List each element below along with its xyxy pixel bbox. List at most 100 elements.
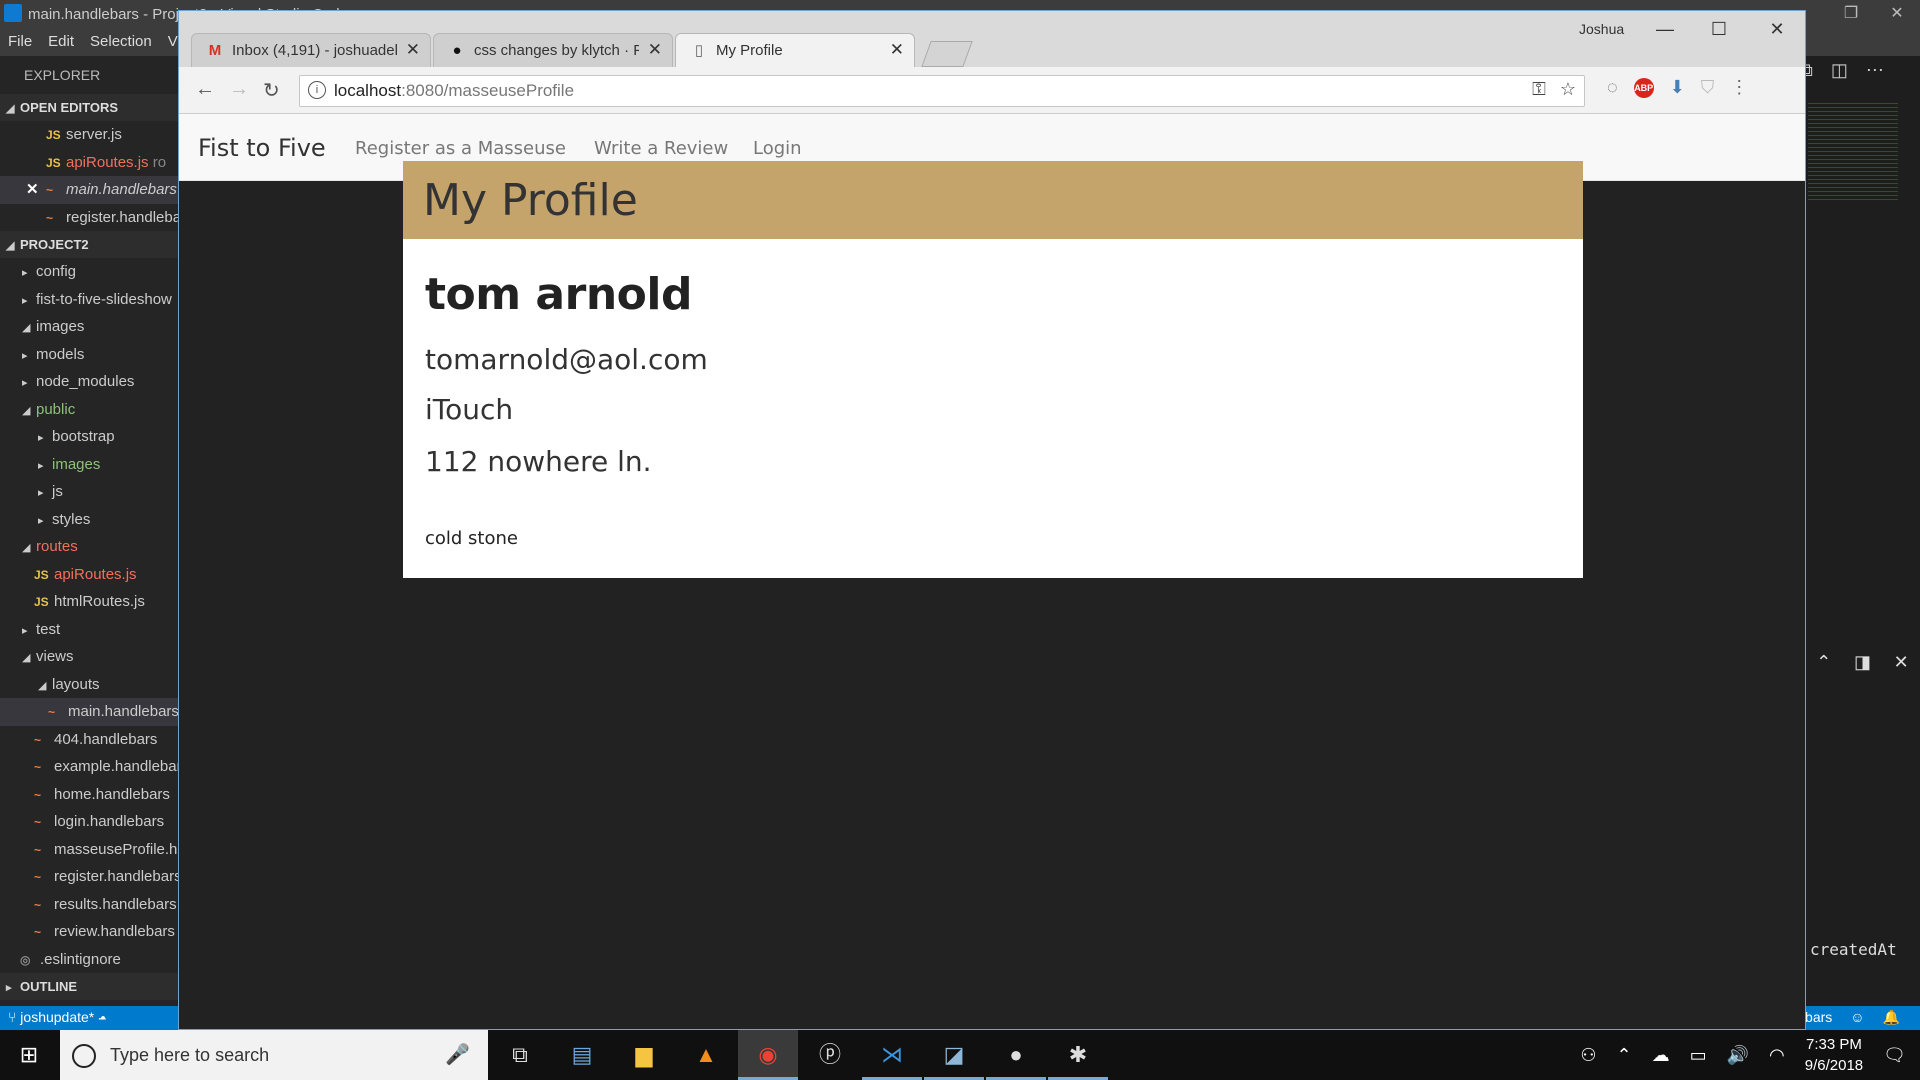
tree-file[interactable]: ~ results.handlebars xyxy=(0,891,180,919)
tree-folder[interactable]: ▸ bootstrap xyxy=(0,423,180,451)
bell-icon[interactable]: 🔔 xyxy=(1883,1009,1900,1026)
close-window-icon[interactable]: ✕ xyxy=(1757,19,1797,40)
menu-selection[interactable]: Selection xyxy=(82,28,160,56)
tree-folder[interactable]: ▸ node_modules xyxy=(0,368,180,396)
tree-file[interactable]: ~ login.handlebars xyxy=(0,808,180,836)
tree-file[interactable]: ~ home.handlebars xyxy=(0,781,180,809)
more-actions-icon[interactable]: ⋯ xyxy=(1866,60,1884,90)
split-editor-icon[interactable]: ◫ xyxy=(1831,60,1848,90)
volume-icon[interactable]: 🔊 xyxy=(1727,1045,1749,1066)
tree-folder[interactable]: ▸ fist-to-five-slideshow xyxy=(0,286,180,314)
project-section[interactable]: ◢ PROJECT2 xyxy=(0,231,180,258)
battery-icon[interactable]: ▭ xyxy=(1690,1045,1707,1066)
people-icon[interactable]: ⚇ xyxy=(1580,1045,1596,1066)
tree-file[interactable]: ~404.handlebars xyxy=(0,726,180,754)
tree-file-active[interactable]: ~ main.handlebars xyxy=(0,698,180,726)
smiley-icon[interactable]: ☺ xyxy=(1850,1009,1864,1026)
tree-folder[interactable]: ▸ styles xyxy=(0,506,180,534)
tab-github[interactable]: ● css changes by klytch · Pu ✕ xyxy=(433,33,673,67)
taskbar-clock[interactable]: 7:33 PM 9/6/2018 xyxy=(1805,1034,1863,1076)
notifications-icon[interactable]: 🗨 xyxy=(1883,1045,1906,1066)
git-branch[interactable]: ⑂ joshupdate* ☁ xyxy=(8,1009,107,1025)
chevron-up-icon[interactable]: ⌃ xyxy=(1816,652,1831,680)
site-brand[interactable]: Fist to Five xyxy=(198,134,326,162)
back-icon[interactable]: ← xyxy=(195,78,215,101)
tree-folder[interactable]: ▸ config xyxy=(0,258,180,286)
windows-taskbar: ⊞ Type here to search 🎤 ⧉ ▤ ▆ ▲ ◉ ⓟ ⋊ ◪ … xyxy=(0,1030,1920,1080)
open-editor-item-active[interactable]: ✕ ~ main.handlebars xyxy=(0,176,180,204)
bookmark-star-icon[interactable]: ☆ xyxy=(1560,79,1576,100)
close-tab-icon[interactable]: ✕ xyxy=(406,40,420,60)
file-explorer-icon[interactable]: ▆ xyxy=(614,1030,674,1080)
open-editors-section[interactable]: ◢ OPEN EDITORS xyxy=(0,94,180,121)
open-editor-item[interactable]: JS server.js xyxy=(0,121,180,149)
close-tab-icon[interactable]: ✕ xyxy=(890,40,904,60)
windows-start-icon[interactable]: ⊞ xyxy=(0,1030,58,1080)
tree-folder[interactable]: ◢ layouts xyxy=(0,671,180,699)
tree-file[interactable]: JS htmlRoutes.js xyxy=(0,588,180,616)
store-app-icon[interactable]: ▤ xyxy=(552,1030,612,1080)
tree-folder[interactable]: ◢ views xyxy=(0,643,180,671)
tree-folder[interactable]: ◢ public xyxy=(0,396,180,424)
download-icon[interactable]: ⬇ xyxy=(1670,77,1685,98)
open-editor-item[interactable]: ~register.handlebars xyxy=(0,204,180,232)
github-desktop-icon[interactable]: ● xyxy=(986,1030,1046,1080)
paid-app-icon[interactable]: ⓟ xyxy=(800,1030,860,1080)
tab-gmail[interactable]: M Inbox (4,191) - joshuadel ✕ xyxy=(191,33,431,67)
tree-folder[interactable]: ◢ routes xyxy=(0,533,180,561)
tree-file[interactable]: ◎ .eslintignore xyxy=(0,946,180,974)
open-editor-item[interactable]: JS apiRoutes.js ro xyxy=(0,149,180,177)
minimize-icon[interactable]: — xyxy=(1645,19,1685,40)
tree-file[interactable]: ~ review.handlebars xyxy=(0,918,180,946)
close-icon[interactable]: ✕ xyxy=(1874,0,1920,28)
tree-folder[interactable]: ▸ models xyxy=(0,341,180,369)
shield-icon[interactable]: ⛉ xyxy=(1701,77,1715,98)
chevron-up-icon[interactable]: ⌃ xyxy=(1617,1045,1632,1066)
chrome-taskbar-icon[interactable]: ◉ xyxy=(738,1030,798,1080)
reload-icon[interactable]: ↻ xyxy=(263,78,280,103)
nav-login[interactable]: Login xyxy=(753,138,802,159)
nav-write-review[interactable]: Write a Review xyxy=(594,138,728,159)
status-language[interactable]: bars xyxy=(1805,1009,1832,1026)
extension-icon[interactable]: ◌ xyxy=(1607,77,1618,98)
vscode-taskbar-icon[interactable]: ⋊ xyxy=(862,1030,922,1080)
editor-toolbar: ⧉ ◫ ⋯ xyxy=(1800,60,1920,90)
close-panel-icon[interactable]: ✕ xyxy=(1894,652,1909,680)
slack-icon[interactable]: ✱ xyxy=(1048,1030,1108,1080)
address-bar[interactable]: i localhost:8080/masseuseProfile ⚿ ☆ xyxy=(299,75,1585,107)
restore-icon[interactable]: ❐ xyxy=(1828,0,1874,28)
menu-file[interactable]: File xyxy=(0,28,40,56)
task-view-icon[interactable]: ⧉ xyxy=(490,1030,550,1080)
forward-icon[interactable]: → xyxy=(229,78,249,101)
microphone-icon[interactable]: 🎤 xyxy=(445,1042,470,1067)
tree-file[interactable]: ~ register.handlebars xyxy=(0,863,180,891)
explorer-title: EXPLORER xyxy=(24,67,101,83)
tab-my-profile[interactable]: ▯ My Profile ✕ xyxy=(675,33,915,67)
git-bash-icon[interactable]: ◪ xyxy=(924,1030,984,1080)
vscode-explorer-sidebar: EXPLORER ◢ OPEN EDITORS JS server.js JS api… xyxy=(0,56,180,1030)
tree-file[interactable]: ~masseuseProfile.handlebars xyxy=(0,836,180,864)
chrome-menu-icon[interactable]: ⋮ xyxy=(1730,77,1748,98)
vlc-icon[interactable]: ▲ xyxy=(676,1030,736,1080)
tree-file[interactable]: JS apiRoutes.js xyxy=(0,561,180,589)
tree-folder[interactable]: ▸ images xyxy=(0,451,180,479)
outline-section[interactable]: ▸ OUTLINE xyxy=(0,973,180,1000)
maximize-icon[interactable]: ☐ xyxy=(1699,19,1739,40)
tree-file[interactable]: ~ example.handlebars xyxy=(0,753,180,781)
tree-folder[interactable]: ▸ test xyxy=(0,616,180,644)
wifi-icon[interactable]: ◠ xyxy=(1769,1045,1785,1066)
profile-name-badge[interactable]: Joshua xyxy=(1579,21,1624,37)
nav-register-masseuse[interactable]: Register as a Masseuse xyxy=(355,138,566,159)
adblock-icon[interactable]: ABP xyxy=(1633,77,1654,98)
new-tab-button[interactable] xyxy=(921,41,973,67)
close-tab-icon[interactable]: ✕ xyxy=(648,40,662,60)
tree-folder[interactable]: ◢ images xyxy=(0,313,180,341)
close-editor-icon[interactable]: ✕ xyxy=(26,176,46,204)
onedrive-icon[interactable]: ☁ xyxy=(1652,1045,1670,1066)
menu-edit[interactable]: Edit xyxy=(40,28,82,56)
key-icon[interactable]: ⚿ xyxy=(1532,79,1546,100)
maximize-panel-icon[interactable]: ◨ xyxy=(1854,652,1871,680)
taskbar-search-box[interactable]: Type here to search 🎤 xyxy=(60,1030,488,1080)
tree-folder[interactable]: ▸ js xyxy=(0,478,180,506)
site-info-icon[interactable]: i xyxy=(308,81,326,99)
